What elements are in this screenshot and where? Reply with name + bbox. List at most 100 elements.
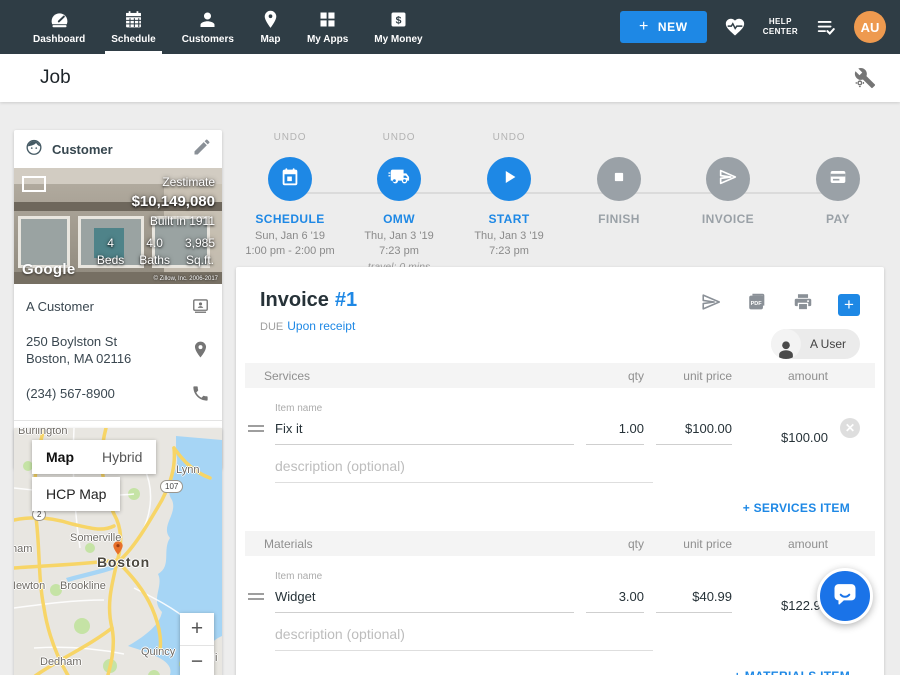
property-stats: 4 4.0 3,985 Beds Baths Sq.ft. (97, 235, 215, 270)
chat-widget-button[interactable] (817, 568, 873, 624)
remove-item-button[interactable]: ✕ (840, 418, 860, 438)
map-zoom-control: + − (180, 613, 214, 675)
invoice-header: Invoice#1 DUEUpon receipt PDF + A User (236, 267, 884, 363)
assignee-chip[interactable]: A User (771, 329, 860, 359)
phone-icon[interactable] (191, 384, 210, 406)
map-label-newton: Newton (14, 580, 45, 592)
customer-address-row: 250 Boylston St Boston, MA 02116 (14, 326, 222, 376)
schedule-step-button[interactable] (268, 157, 312, 201)
material-item-row: Item name Widget 3.00 $40.99 $122.97 ✕ (236, 571, 884, 613)
undo-link[interactable]: UNDO (454, 132, 564, 145)
dashboard-icon (49, 9, 70, 30)
step-label: START (454, 212, 564, 226)
avatar-initials: AU (861, 20, 880, 35)
address-line2: Boston, MA 02116 (26, 351, 191, 368)
nav-item-label: My Apps (307, 34, 348, 45)
user-avatar[interactable]: AU (854, 11, 886, 43)
customer-card-header: Customer (14, 130, 222, 168)
service-amount-value: $100.00 (744, 430, 828, 445)
zoom-in-button[interactable]: + (180, 613, 214, 645)
nav-item-schedule[interactable]: Schedule (98, 0, 168, 54)
plus-icon: + (639, 22, 649, 32)
map-type-hybrid-button[interactable]: Hybrid (88, 440, 156, 474)
timeline-step-invoice: INVOICE (673, 132, 783, 226)
send-invoice-icon[interactable] (700, 291, 722, 318)
add-materials-item-link[interactable]: + MATERIALS ITEM (236, 651, 884, 675)
zoom-out-button[interactable]: − (180, 645, 214, 675)
services-title: Services (264, 369, 574, 383)
pdf-icon[interactable]: PDF (746, 291, 768, 318)
invoice-step-button[interactable] (706, 157, 750, 201)
job-timeline: UNDO SCHEDULE Sun, Jan 6 '19 1:00 pm - 2… (236, 132, 884, 262)
timeline-step-start: UNDO START Thu, Jan 3 '19 7:23 pm (454, 132, 564, 260)
amount-column-header: amount (732, 369, 828, 383)
truck-icon (388, 166, 410, 193)
assignee-avatar-icon (771, 329, 801, 359)
drag-handle-icon[interactable] (248, 422, 264, 432)
material-description-input[interactable]: description (optional) (275, 626, 653, 651)
nav-item-label: Schedule (111, 34, 155, 45)
customer-face-icon (24, 137, 44, 162)
content-area: Customer Zestimate $10,149,080 Built in … (0, 102, 900, 675)
step-date: Thu, Jan 3 '19 7:23 pm (454, 229, 564, 260)
my-money-icon: $ (388, 9, 409, 30)
material-qty-input[interactable]: 3.00 (586, 589, 644, 613)
unit-price-column-header: unit price (644, 369, 732, 383)
svg-text:PDF: PDF (751, 301, 763, 307)
help-center-link[interactable]: HELP CENTER (763, 17, 798, 38)
job-settings-wrench-icon[interactable] (854, 67, 876, 94)
service-unit-price-input[interactable]: $100.00 (656, 421, 732, 445)
step-label: PAY (783, 212, 893, 226)
nav-item-my-apps[interactable]: My Apps (294, 0, 361, 54)
item-name-label: Item name (275, 403, 574, 414)
street-view-toggle-icon[interactable] (22, 176, 46, 192)
new-button[interactable]: + NEW (620, 11, 707, 43)
service-qty-input[interactable]: 1.00 (586, 421, 644, 445)
finish-step-button[interactable] (597, 157, 641, 201)
nav-item-customers[interactable]: Customers (169, 0, 247, 54)
invoice-number[interactable]: #1 (335, 289, 357, 311)
customer-phone-row: (234) 567-8900 (14, 376, 222, 414)
due-value-link[interactable]: Upon receipt (287, 319, 355, 333)
beds-label: Beds (97, 252, 124, 269)
nav-item-my-money[interactable]: $ My Money (361, 0, 435, 54)
step-label: FINISH (564, 212, 674, 226)
timeline-step-omw: UNDO OMW Thu, Jan 3 '19 7:23 pm travel: … (344, 132, 454, 274)
amount-column-header: amount (732, 537, 828, 551)
start-step-button[interactable] (487, 157, 531, 201)
add-services-item-link[interactable]: + SERVICES ITEM (236, 483, 884, 531)
qty-column-header: qty (574, 369, 644, 383)
map-type-controls: Map Hybrid (32, 440, 156, 474)
map-label-burlington: Burlington (18, 428, 68, 437)
google-watermark: Google (22, 261, 75, 278)
schedule-icon (123, 9, 144, 30)
pay-step-button[interactable] (816, 157, 860, 201)
map-icon (260, 9, 281, 30)
print-icon[interactable] (792, 291, 814, 318)
nav-item-map[interactable]: Map (247, 0, 294, 54)
nav-item-dashboard[interactable]: Dashboard (20, 0, 98, 54)
map-type-map-button[interactable]: Map (32, 440, 88, 474)
edit-pencil-icon[interactable] (192, 137, 212, 162)
omw-step-button[interactable] (377, 157, 421, 201)
material-item-name-input[interactable]: Widget (275, 589, 574, 613)
health-heart-icon[interactable] (724, 16, 746, 38)
map-canvas[interactable]: Burlington Lynn Somerville Boston ham Ne… (14, 428, 222, 675)
customer-name-row: A Customer (14, 288, 222, 326)
activity-list-icon[interactable] (815, 16, 837, 38)
undo-link[interactable]: UNDO (235, 132, 345, 145)
add-invoice-button[interactable]: + (838, 294, 860, 316)
material-unit-price-input[interactable]: $40.99 (656, 589, 732, 613)
service-description-input[interactable]: description (optional) (275, 458, 653, 483)
invoice-card: Invoice#1 DUEUpon receipt PDF + A User (236, 267, 884, 675)
drag-handle-icon[interactable] (248, 590, 264, 600)
location-pin-icon[interactable] (191, 340, 210, 362)
send-icon (717, 166, 739, 193)
service-item-name-input[interactable]: Fix it (275, 421, 574, 445)
nav-item-label: Customers (182, 34, 234, 45)
hcp-map-button[interactable]: HCP Map (32, 477, 120, 511)
undo-link[interactable]: UNDO (344, 132, 454, 145)
customer-address: 250 Boylston St Boston, MA 02116 (26, 334, 191, 368)
map-label-lynn: Lynn (176, 464, 199, 476)
contact-card-icon[interactable] (191, 296, 210, 318)
